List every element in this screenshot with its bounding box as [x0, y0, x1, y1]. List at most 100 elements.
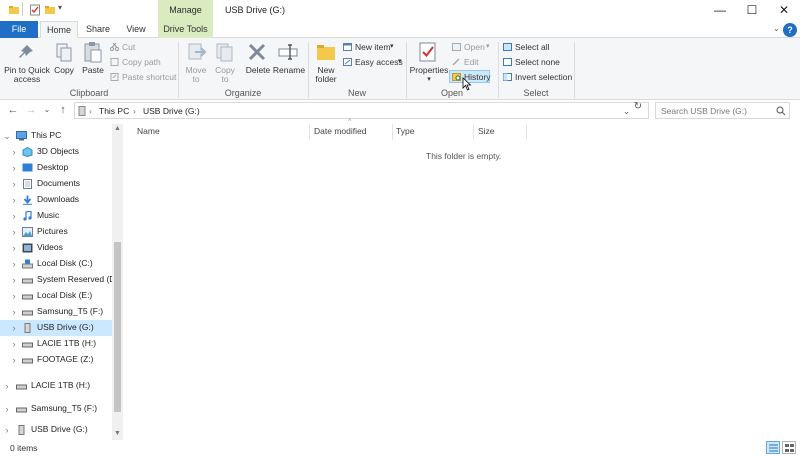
ribbon: Pin to Quick access Copy Paste Cut Copy …: [0, 38, 800, 100]
properties-button[interactable]: Properties ▾: [408, 66, 450, 84]
properties-qa-icon[interactable]: [29, 4, 41, 16]
properties-dropdown-icon: ▾: [427, 76, 431, 83]
column-divider[interactable]: [392, 124, 393, 140]
collapse-chevron-icon[interactable]: ⌄: [3, 131, 11, 142]
up-button[interactable]: ↑: [56, 103, 70, 117]
delete-button[interactable]: Delete: [244, 66, 272, 75]
column-header-size[interactable]: Size: [478, 126, 495, 140]
expand-chevron-icon[interactable]: ›: [10, 339, 18, 349]
address-bar[interactable]: › This PC › USB Drive (G:) ⌄: [74, 102, 649, 119]
tree-item-desktop[interactable]: › Desktop: [0, 160, 112, 176]
expand-chevron-icon[interactable]: ›: [10, 227, 18, 237]
new-folder-button[interactable]: New folder: [312, 66, 340, 84]
tree-item-3d-objects[interactable]: › 3D Objects: [0, 144, 112, 160]
tree-item-local-disk-c[interactable]: › Local Disk (C:): [0, 256, 112, 272]
search-icon: [776, 106, 786, 116]
tree-label: Music: [37, 210, 60, 220]
forward-button[interactable]: →: [24, 103, 38, 117]
expand-chevron-icon[interactable]: ›: [10, 259, 18, 269]
drive-icon: [16, 384, 27, 390]
tree-item-footage-z[interactable]: › FOOTAGE (Z:): [0, 352, 112, 368]
column-header-date-modified[interactable]: Date modified: [314, 126, 366, 140]
search-box[interactable]: Search USB Drive (G:): [655, 102, 790, 119]
expand-chevron-icon[interactable]: ›: [3, 425, 11, 435]
expand-chevron-icon[interactable]: ›: [10, 243, 18, 253]
drive-icon: [22, 278, 33, 284]
tree-label: Desktop: [37, 162, 69, 172]
close-button[interactable]: ✕: [768, 0, 800, 22]
tree-item-pictures[interactable]: › Pictures: [0, 224, 112, 240]
tree-item-videos[interactable]: › Videos: [0, 240, 112, 256]
open-group-label: Open: [440, 88, 464, 98]
column-divider[interactable]: [473, 124, 474, 140]
rename-button[interactable]: Rename: [272, 66, 306, 75]
expand-chevron-icon[interactable]: ›: [3, 381, 11, 391]
tree-item-system-reserved-d[interactable]: › System Reserved (D:): [0, 272, 121, 288]
tree-item-usb-drive-g-root[interactable]: › USB Drive (G:): [0, 422, 112, 438]
tree-item-lacie-1tb-h[interactable]: › LACIE 1TB (H:): [0, 336, 112, 352]
breadcrumb-usb-drive[interactable]: USB Drive (G:): [143, 106, 200, 116]
refresh-button[interactable]: ↻: [632, 101, 644, 112]
expand-chevron-icon[interactable]: ›: [10, 179, 18, 189]
column-divider[interactable]: [309, 124, 310, 140]
expand-chevron-icon[interactable]: ›: [10, 291, 18, 301]
downloads-icon: [23, 195, 32, 205]
expand-chevron-icon[interactable]: ›: [10, 163, 18, 173]
tree-item-documents[interactable]: › Documents: [0, 176, 112, 192]
tree-item-this-pc[interactable]: ⌄ This PC: [0, 128, 112, 144]
column-header-name[interactable]: Name: [137, 126, 160, 140]
paste-button[interactable]: Paste: [80, 66, 106, 75]
expand-ribbon-icon[interactable]: ⌄: [773, 24, 780, 33]
details-view-button[interactable]: [766, 441, 780, 454]
tab-drive-tools[interactable]: Drive Tools: [158, 21, 213, 38]
column-divider[interactable]: [526, 124, 527, 140]
tree-item-samsung-t5-f-root[interactable]: › Samsung_T5 (F:): [0, 401, 112, 417]
large-icons-view-button[interactable]: [782, 441, 796, 454]
tab-view[interactable]: View: [118, 21, 154, 38]
expand-chevron-icon[interactable]: ›: [10, 307, 18, 317]
expand-chevron-icon[interactable]: ›: [10, 147, 18, 157]
expand-chevron-icon[interactable]: ›: [10, 355, 18, 365]
move-to-button[interactable]: Move to: [182, 66, 210, 84]
tree-item-music[interactable]: › Music: [0, 208, 112, 224]
nav-pane-scroll-thumb[interactable]: [114, 242, 121, 412]
maximize-button[interactable]: ☐: [736, 0, 768, 22]
copy-to-button[interactable]: Copy to: [210, 66, 240, 84]
pin-to-quick-access-button[interactable]: Pin to Quick access: [2, 66, 52, 84]
tab-home[interactable]: Home: [40, 21, 78, 39]
tab-share[interactable]: Share: [80, 21, 116, 38]
scroll-up-arrow-icon[interactable]: ▲: [112, 125, 123, 132]
minimize-button[interactable]: —: [704, 0, 736, 22]
help-button[interactable]: ?: [783, 23, 797, 37]
expand-chevron-icon[interactable]: ›: [10, 211, 18, 221]
select-all-label: Select all: [515, 42, 550, 52]
windows-drive-icon: [22, 259, 33, 269]
tree-item-downloads[interactable]: › Downloads: [0, 192, 112, 208]
new-folder-qa-icon[interactable]: [44, 4, 56, 16]
recent-locations-button[interactable]: ⌄: [40, 103, 54, 117]
tree-label: 3D Objects: [37, 146, 80, 156]
documents-icon: [23, 179, 32, 189]
back-button[interactable]: ←: [6, 103, 20, 117]
copy-button[interactable]: Copy: [50, 66, 78, 75]
column-header-type[interactable]: Type: [396, 126, 414, 140]
expand-chevron-icon[interactable]: ›: [3, 404, 11, 414]
address-bar-row: ← → ⌄ ↑ › This PC › USB Drive (G:) ⌄ ↻ S…: [0, 100, 800, 122]
expand-chevron-icon[interactable]: ›: [10, 195, 18, 205]
tree-item-usb-drive-g[interactable]: › USB Drive (G:): [0, 320, 112, 336]
address-dropdown-icon[interactable]: ⌄: [623, 106, 630, 117]
tree-item-local-disk-e[interactable]: › Local Disk (E:): [0, 288, 112, 304]
tree-item-lacie-1tb-h-root[interactable]: › LACIE 1TB (H:): [0, 378, 112, 394]
tab-file[interactable]: File: [0, 21, 38, 38]
tree-label: LACIE 1TB (H:): [37, 338, 97, 348]
mouse-cursor-icon: [462, 77, 472, 91]
search-input[interactable]: Search USB Drive (G:): [661, 106, 747, 116]
scroll-down-arrow-icon[interactable]: ▼: [112, 430, 123, 437]
tree-item-samsung-t5-f[interactable]: › Samsung_T5 (F:): [0, 304, 112, 320]
qa-customize-icon[interactable]: ▾: [58, 3, 70, 15]
breadcrumb-this-pc[interactable]: This PC: [99, 106, 129, 116]
expand-chevron-icon[interactable]: ›: [10, 323, 18, 333]
expand-chevron-icon[interactable]: ›: [10, 275, 18, 285]
usb-drive-icon: [24, 323, 31, 333]
tree-label: LACIE 1TB (H:): [31, 380, 91, 390]
